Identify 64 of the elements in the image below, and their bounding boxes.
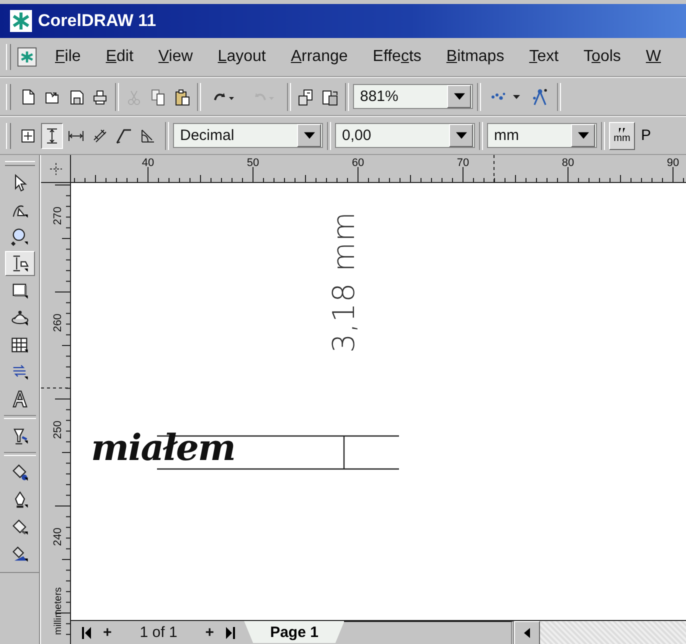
caret-icon	[304, 132, 314, 139]
callout-icon	[115, 126, 133, 144]
magnifier-icon	[10, 226, 30, 246]
sparkle-icon[interactable]	[530, 86, 550, 106]
ruler-label: 250	[52, 420, 64, 439]
first-page-icon[interactable]	[81, 626, 91, 638]
menu-item[interactable]: Tools	[584, 48, 621, 66]
auto-dimension-icon	[19, 126, 37, 144]
menu-item[interactable]: W	[646, 48, 661, 66]
ruler-label: 70	[456, 157, 470, 169]
toolbar-label: P	[641, 127, 652, 144]
menu-item[interactable]: Arrange	[290, 48, 348, 66]
ruler-label: 40	[142, 157, 154, 169]
slanted-dimension-icon	[91, 126, 109, 144]
text-tool-icon	[10, 388, 30, 408]
page-tab[interactable]: Page 1	[244, 621, 344, 643]
menu-item[interactable]: View	[158, 48, 193, 66]
toolbox-tool-button[interactable]	[4, 251, 34, 276]
ruler-label: 60	[352, 157, 364, 169]
menu-item[interactable]: Text	[529, 48, 559, 66]
window-title: CorelDRAW 11	[38, 11, 156, 31]
caret-icon	[456, 132, 466, 139]
add-page-button[interactable]: +	[205, 624, 214, 641]
dimension-label: 3,18 mm	[327, 211, 362, 353]
ruler-label: 90	[666, 157, 680, 169]
import-icon	[297, 88, 315, 106]
style-dropdown[interactable]: Decimal	[173, 123, 323, 148]
units-dropdown[interactable]: mm	[487, 123, 597, 148]
drawing-page[interactable]: 3,18 mm miałem	[71, 183, 686, 620]
last-page-icon[interactable]	[226, 626, 236, 638]
ruler-label: 270	[52, 206, 64, 225]
page-count: 1 of 1	[140, 624, 178, 641]
copy-icon	[149, 88, 167, 106]
menu-item[interactable]: Bitmaps	[446, 48, 504, 66]
dimension-tool-button[interactable]	[41, 122, 63, 148]
caret-icon	[454, 93, 464, 100]
zoom-dropdown[interactable]: 881%	[353, 84, 473, 109]
paint-bucket-icon	[10, 516, 30, 536]
export-icon	[321, 88, 339, 106]
menu-item[interactable]: File	[55, 48, 81, 66]
app-logo-icon	[10, 10, 32, 32]
menu-item[interactable]: Layout	[218, 48, 266, 66]
fill-tool-icon	[10, 544, 30, 564]
menu-item[interactable]: Effects	[372, 48, 422, 66]
paint-bucket-icon	[10, 462, 30, 482]
handwritten-text: miałem	[91, 427, 235, 469]
origin-crosshair-icon[interactable]	[50, 162, 62, 174]
ruler-label: 260	[52, 314, 64, 332]
caret-icon	[578, 132, 588, 139]
paste-icon	[173, 88, 191, 106]
printer-icon	[91, 88, 109, 106]
menu-item[interactable]: Edit	[106, 48, 134, 66]
add-page-button[interactable]: +	[103, 624, 112, 641]
document-icon[interactable]	[17, 45, 38, 69]
left-arrow-icon	[524, 628, 530, 638]
quote-marks-icon	[617, 128, 627, 132]
show-units-button[interactable]: mm	[609, 122, 635, 150]
precision-dropdown[interactable]: 0,00	[335, 123, 475, 148]
angle-icon	[139, 126, 157, 144]
ruler-units-label: millimeters	[53, 587, 64, 635]
ruler-label: 240	[52, 528, 64, 546]
ruler-label: 80	[562, 157, 574, 169]
scroll-left-button[interactable]	[514, 620, 540, 644]
ruler-label: 50	[246, 157, 260, 169]
